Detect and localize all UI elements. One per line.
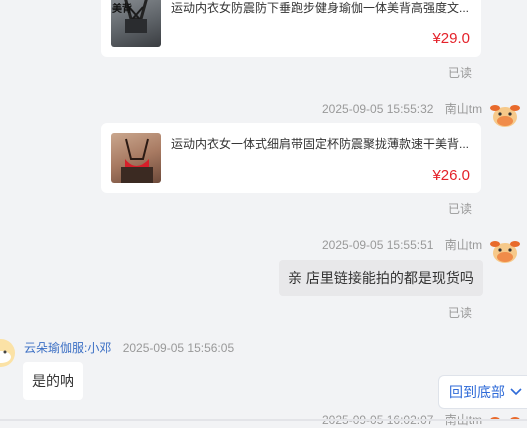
read-status: 已读: [447, 306, 472, 320]
message-timestamp: 2025-09-05 15:55:51: [322, 238, 434, 252]
product-thumbnail: [111, 133, 161, 183]
message-timestamp: 2025-09-05 15:55:32: [322, 102, 434, 116]
product-card[interactable]: 美背 运动内衣女防震防下垂跑步健身瑜伽一体美背高强度文... ¥29.0: [101, 0, 481, 57]
message-meta: 2025-09-05 15:55:51 南山tm: [322, 236, 482, 253]
message-meta: 2025-09-05 15:55:32 南山tm: [322, 100, 482, 117]
product-title[interactable]: 运动内衣女防震防下垂跑步健身瑜伽一体美背高强度文...: [171, 0, 471, 16]
sender-name[interactable]: 云朵瑜伽服:小邓: [24, 341, 111, 355]
sender-name: 南山tm: [444, 102, 483, 116]
read-status: 已读: [447, 202, 472, 216]
message-bubble-outgoing[interactable]: 亲 店里链接能拍的都是现货吗: [279, 260, 483, 296]
message-meta: 云朵瑜伽服:小邓 2025-09-05 15:56:05: [24, 339, 234, 356]
message-timestamp: 2025-09-05 15:56:05: [122, 341, 235, 355]
thumbnail-caption: 美背: [112, 4, 132, 15]
cloud-avatar-icon[interactable]: [0, 338, 16, 368]
product-price: ¥26.0: [432, 167, 470, 184]
product-price: ¥29.0: [432, 30, 470, 47]
scroll-to-bottom-label: 回到底部: [449, 384, 505, 400]
cow-avatar-icon[interactable]: [490, 235, 520, 265]
scroll-to-bottom-button[interactable]: 回到底部: [438, 375, 527, 409]
product-card[interactable]: 运动内衣女一体式细肩带固定杯防震聚拢薄款速干美背... ¥26.0: [101, 123, 481, 193]
message-bubble-incoming[interactable]: 是的呐: [23, 362, 83, 400]
cow-avatar-icon[interactable]: [490, 99, 520, 129]
chevron-down-icon: [510, 388, 522, 396]
read-status: 已读: [447, 66, 472, 80]
product-thumbnail: 美背: [111, 0, 161, 47]
sender-name: 南山tm: [444, 238, 483, 252]
product-title[interactable]: 运动内衣女一体式细肩带固定杯防震聚拢薄款速干美背...: [171, 135, 471, 152]
